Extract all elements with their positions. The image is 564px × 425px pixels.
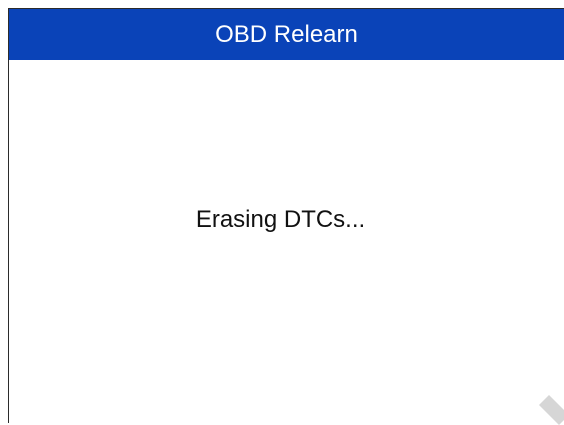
status-content-area: Erasing DTCs... [9,60,564,424]
status-message: Erasing DTCs... [195,206,366,233]
diagonal-stripe-icon [539,395,564,425]
screen-title: OBD Relearn [215,20,358,48]
title-bar: OBD Relearn [9,9,564,60]
obd-relearn-screen: OBD Relearn Erasing DTCs... [8,8,564,423]
